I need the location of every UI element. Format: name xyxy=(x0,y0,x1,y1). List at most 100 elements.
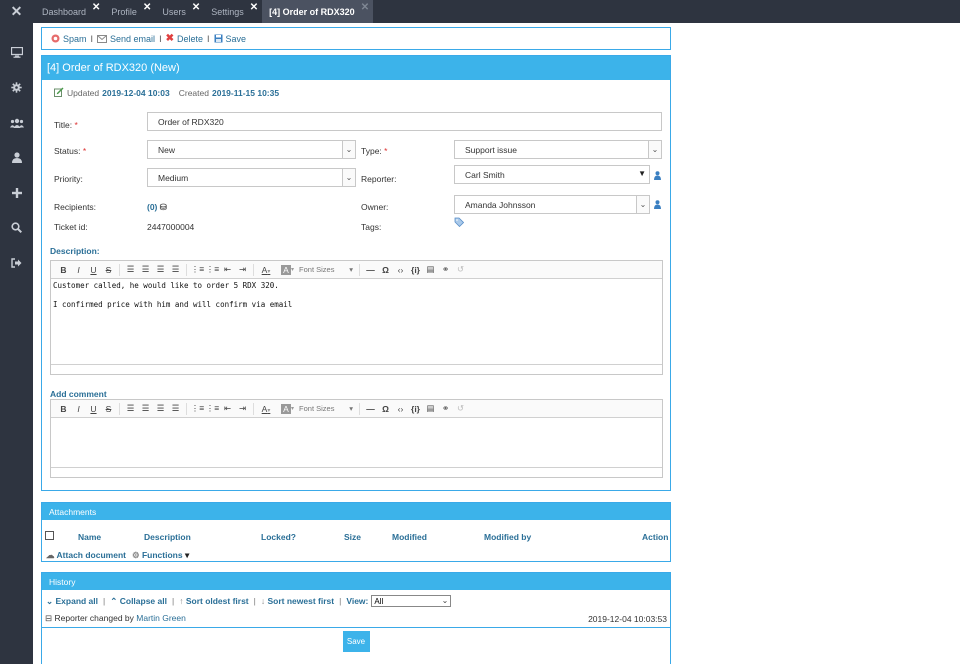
numbered-list-icon[interactable]: ⋮≡ xyxy=(205,403,220,414)
column-description[interactable]: Description xyxy=(144,532,191,542)
align-left-icon[interactable]: ☰ xyxy=(123,403,138,414)
required-mark: * xyxy=(384,146,388,156)
priority-select[interactable]: Medium ⌄ xyxy=(147,168,356,187)
recipients-link[interactable]: (0) ⛁ xyxy=(147,202,167,213)
text-color-button[interactable]: A▾ xyxy=(257,404,275,414)
save-button[interactable]: Save xyxy=(342,631,370,652)
close-icon[interactable]: ✕ xyxy=(192,2,200,13)
attachments-columns: Name Description Locked? Size Modified M… xyxy=(42,527,670,546)
search-icon[interactable] xyxy=(0,210,33,245)
divider: | xyxy=(339,596,342,606)
person-icon[interactable] xyxy=(654,200,662,210)
editor-toolbar: B I U S ☰ ☰ ☰ ☰ ⋮≡ ⋮≡ ⇤ ⇥ A▾ A ▾ Font Si… xyxy=(51,400,662,418)
owner-select[interactable]: Amanda Johnsson ⌄ xyxy=(454,195,650,214)
close-icon[interactable]: ✕ xyxy=(250,2,258,13)
collapse-all-button[interactable]: ⌃ Collapse all xyxy=(110,596,167,607)
indent-icon[interactable]: ⇥ xyxy=(235,403,250,414)
monitor-icon[interactable] xyxy=(0,35,33,70)
save-top-button[interactable]: Save xyxy=(214,34,246,44)
sort-oldest-label: Sort oldest first xyxy=(185,596,249,606)
ticket-id-value: 2447000004 xyxy=(147,222,195,232)
chevron-down-icon: ⌄ xyxy=(342,169,355,186)
plus-icon[interactable] xyxy=(0,175,33,210)
title-input[interactable]: Order of RDX320 xyxy=(147,112,662,131)
history-entry-user[interactable]: Martin Green xyxy=(136,613,186,623)
caret-down-icon: ▼ xyxy=(638,169,646,178)
divider xyxy=(119,402,120,415)
source-code-button[interactable]: ‹› xyxy=(393,404,408,414)
select-all-checkbox[interactable] xyxy=(45,531,54,540)
link-icon[interactable]: ⚭ xyxy=(438,403,453,414)
description-editor[interactable]: B I U S ☰ ☰ ☰ ☰ ⋮≡ ⋮≡ ⇤ ⇥ A▾ A ▾ Font Si… xyxy=(50,260,663,375)
tab-ticket[interactable]: [4] Order of RDX320 ✕ xyxy=(262,0,374,23)
user-icon[interactable] xyxy=(0,140,33,175)
divider: I xyxy=(90,33,94,44)
attachments-panel: Attachments Name Description Locked? Siz… xyxy=(41,502,671,562)
attach-document-button[interactable]: ☁ Attach document xyxy=(46,550,126,561)
tab-dashboard[interactable]: Dashboard ✕ xyxy=(35,0,104,23)
person-icon[interactable] xyxy=(654,171,662,181)
outdent-icon[interactable]: ⇤ xyxy=(220,403,235,414)
sort-oldest-button[interactable]: ↑ Sort oldest first xyxy=(179,596,248,606)
close-icon[interactable]: ✕ xyxy=(361,2,369,13)
column-action[interactable]: Action xyxy=(642,532,668,542)
align-center-icon[interactable]: ☰ xyxy=(138,403,153,414)
tab-users[interactable]: Users ✕ xyxy=(155,0,204,23)
underline-button[interactable]: U xyxy=(86,404,101,414)
send-email-button[interactable]: Send email xyxy=(97,34,155,44)
align-right-icon[interactable]: ☰ xyxy=(153,403,168,414)
tab-label: Dashboard xyxy=(42,6,87,17)
column-modified[interactable]: Modified xyxy=(392,532,427,542)
close-icon[interactable]: ✕ xyxy=(143,2,151,13)
description-line: I confirmed price with him and will conf… xyxy=(53,300,293,309)
chevron-down-icon: ⌄ xyxy=(441,596,449,605)
collapse-toggle-icon[interactable]: ⊟ xyxy=(45,613,52,623)
status-select[interactable]: New ⌄ xyxy=(147,140,356,159)
gear-icon[interactable] xyxy=(0,70,33,105)
bg-color-button[interactable]: A xyxy=(281,403,291,414)
resize-handle[interactable] xyxy=(51,364,662,374)
expand-all-button[interactable]: ⌄ Expand all xyxy=(46,596,98,607)
reporter-select[interactable]: Carl Smith ▼ xyxy=(454,165,650,184)
sort-newest-button[interactable]: ↓ Sort newest first xyxy=(261,596,334,606)
ticket-form: Title: * Order of RDX320 Status: * New ⌄ … xyxy=(42,106,670,276)
caret-icon: ▾ xyxy=(349,404,354,413)
app-logo[interactable]: ✕ xyxy=(0,0,33,23)
italic-button[interactable]: I xyxy=(71,404,86,414)
functions-menu[interactable]: ⚙ Functions ▾ xyxy=(132,550,189,561)
font-size-select[interactable]: Font Sizes ▾ xyxy=(296,404,356,413)
tab-settings[interactable]: Settings ✕ xyxy=(204,0,262,23)
view-select[interactable]: All ⌄ xyxy=(371,595,452,607)
variable-button[interactable]: {i} xyxy=(408,404,423,414)
bold-button[interactable]: B xyxy=(56,404,71,414)
column-size[interactable]: Size xyxy=(344,532,361,542)
type-select-value: Support issue xyxy=(465,144,517,155)
close-icon[interactable]: ✕ xyxy=(92,2,100,13)
paste-icon[interactable]: ▤ xyxy=(423,403,438,414)
resize-handle[interactable] xyxy=(51,467,662,477)
title-label: Title: * xyxy=(54,120,78,130)
history-entry-time: 2019-12-04 10:03:53 xyxy=(588,613,667,624)
column-modified-by[interactable]: Modified by xyxy=(484,532,531,542)
spam-button[interactable]: Spam xyxy=(51,34,87,44)
logout-icon[interactable] xyxy=(0,245,33,280)
column-locked[interactable]: Locked? xyxy=(261,532,296,542)
comment-editor[interactable]: B I U S ☰ ☰ ☰ ☰ ⋮≡ ⋮≡ ⇤ ⇥ A▾ A ▾ Font Si… xyxy=(50,399,663,478)
description-content[interactable]: Customer called, he would like to order … xyxy=(51,279,662,364)
align-justify-icon[interactable]: ☰ xyxy=(168,403,183,414)
main-content: Spam I Send email I ✖ Delete I Save [4] … xyxy=(41,27,671,664)
divider: | xyxy=(171,596,175,606)
undo-icon[interactable]: ↺ xyxy=(453,403,468,414)
strikethrough-button[interactable]: S xyxy=(101,404,116,414)
comment-content[interactable] xyxy=(51,418,662,467)
tab-profile[interactable]: Profile ✕ xyxy=(104,0,155,23)
special-char-button[interactable]: Ω xyxy=(378,404,393,414)
bullet-list-icon[interactable]: ⋮≡ xyxy=(190,403,205,414)
tag-icon[interactable] xyxy=(454,217,465,229)
type-select[interactable]: Support issue ⌄ xyxy=(454,140,662,159)
horizontal-rule-button[interactable]: — xyxy=(363,404,378,414)
delete-button[interactable]: ✖ Delete xyxy=(166,33,203,44)
column-name[interactable]: Name xyxy=(78,532,101,542)
caret-icon: ▾ xyxy=(291,406,295,412)
users-icon[interactable] xyxy=(0,105,33,140)
